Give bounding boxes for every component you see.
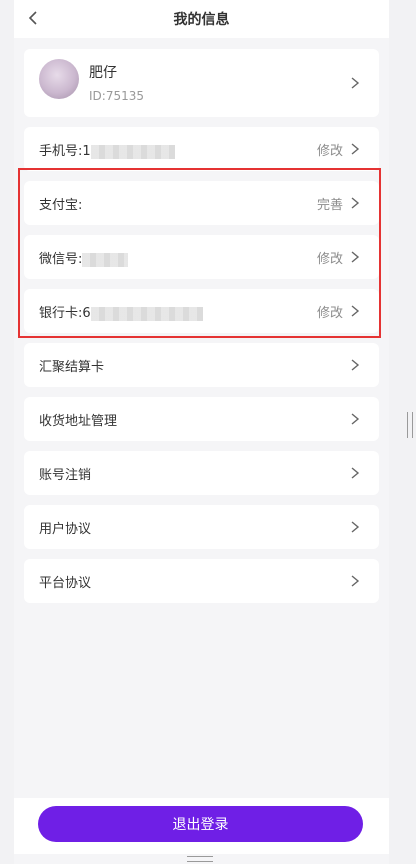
logout-button[interactable]: 退出登录 (38, 806, 363, 842)
menu-item-cancel-account[interactable]: 账号注销 (24, 451, 379, 495)
chevron-right-icon (351, 143, 360, 155)
menu-item-settlement-card[interactable]: 汇聚结算卡 (24, 343, 379, 387)
platform-agreement-label: 平台协议 (39, 576, 92, 591)
address-label: 收货地址管理 (39, 414, 118, 429)
menu-item-user-agreement[interactable]: 用户协议 (24, 505, 379, 549)
resize-handle-right[interactable] (407, 412, 413, 438)
menu-item-bankcard[interactable]: 银行卡:6 修改 (24, 289, 379, 333)
chevron-right-icon (351, 413, 360, 425)
bankcard-label-text: 银行卡:6 (39, 306, 91, 321)
chevron-right-icon (351, 77, 360, 89)
avatar (39, 59, 79, 99)
chevron-right-icon (351, 359, 360, 371)
phone-label-text: 手机号:1 (39, 144, 91, 159)
chevron-right-icon (351, 521, 360, 533)
phone-number-redacted (90, 144, 175, 159)
profile-card[interactable]: 肥仔 ID:75135 (24, 49, 379, 117)
profile-name: 肥仔 (89, 65, 117, 81)
handle-line (412, 412, 413, 438)
wechat-label-text: 微信号: (39, 252, 83, 267)
chevron-right-icon (351, 467, 360, 479)
chevron-right-icon (351, 305, 360, 317)
resize-handle-bottom[interactable] (187, 856, 213, 862)
cancel-account-label: 账号注销 (39, 468, 92, 483)
alipay-label: 支付宝: (39, 198, 83, 213)
profile-id: ID:75135 (89, 89, 144, 103)
bankcard-edit-action: 修改 (316, 306, 343, 321)
bankcard-number-redacted (90, 306, 203, 321)
user-agreement-label: 用户协议 (39, 522, 92, 537)
phone-edit-action: 修改 (316, 144, 343, 159)
back-button[interactable] (24, 8, 44, 28)
chevron-right-icon (351, 575, 360, 587)
page-title: 我的信息 (173, 12, 230, 28)
handle-line (187, 861, 213, 862)
menu-item-address[interactable]: 收货地址管理 (24, 397, 379, 441)
chevron-right-icon (351, 251, 360, 263)
menu-item-alipay[interactable]: 支付宝: 完善 (24, 181, 379, 225)
chevron-left-icon (28, 11, 37, 25)
alipay-complete-action: 完善 (316, 198, 343, 213)
menu-item-platform-agreement[interactable]: 平台协议 (24, 559, 379, 603)
wechat-label: 微信号: (39, 248, 129, 267)
header-bar: 我的信息 (14, 0, 389, 38)
chevron-right-icon (351, 197, 360, 209)
menu-item-phone[interactable]: 手机号:1 修改 (24, 127, 379, 171)
menu-item-wechat[interactable]: 微信号: 修改 (24, 235, 379, 279)
handle-line (407, 412, 408, 438)
wechat-id-redacted (82, 252, 129, 267)
footer-bar: 退出登录 (14, 798, 389, 854)
wechat-edit-action: 修改 (316, 252, 343, 267)
phone-label: 手机号:1 (39, 140, 175, 159)
my-info-page: 我的信息 肥仔 ID:75135 手机号:1 修改 支付宝: 完善 微信号: 修… (0, 0, 416, 864)
settlement-card-label: 汇聚结算卡 (39, 360, 105, 375)
handle-line (187, 856, 213, 857)
bankcard-label: 银行卡:6 (39, 302, 203, 321)
